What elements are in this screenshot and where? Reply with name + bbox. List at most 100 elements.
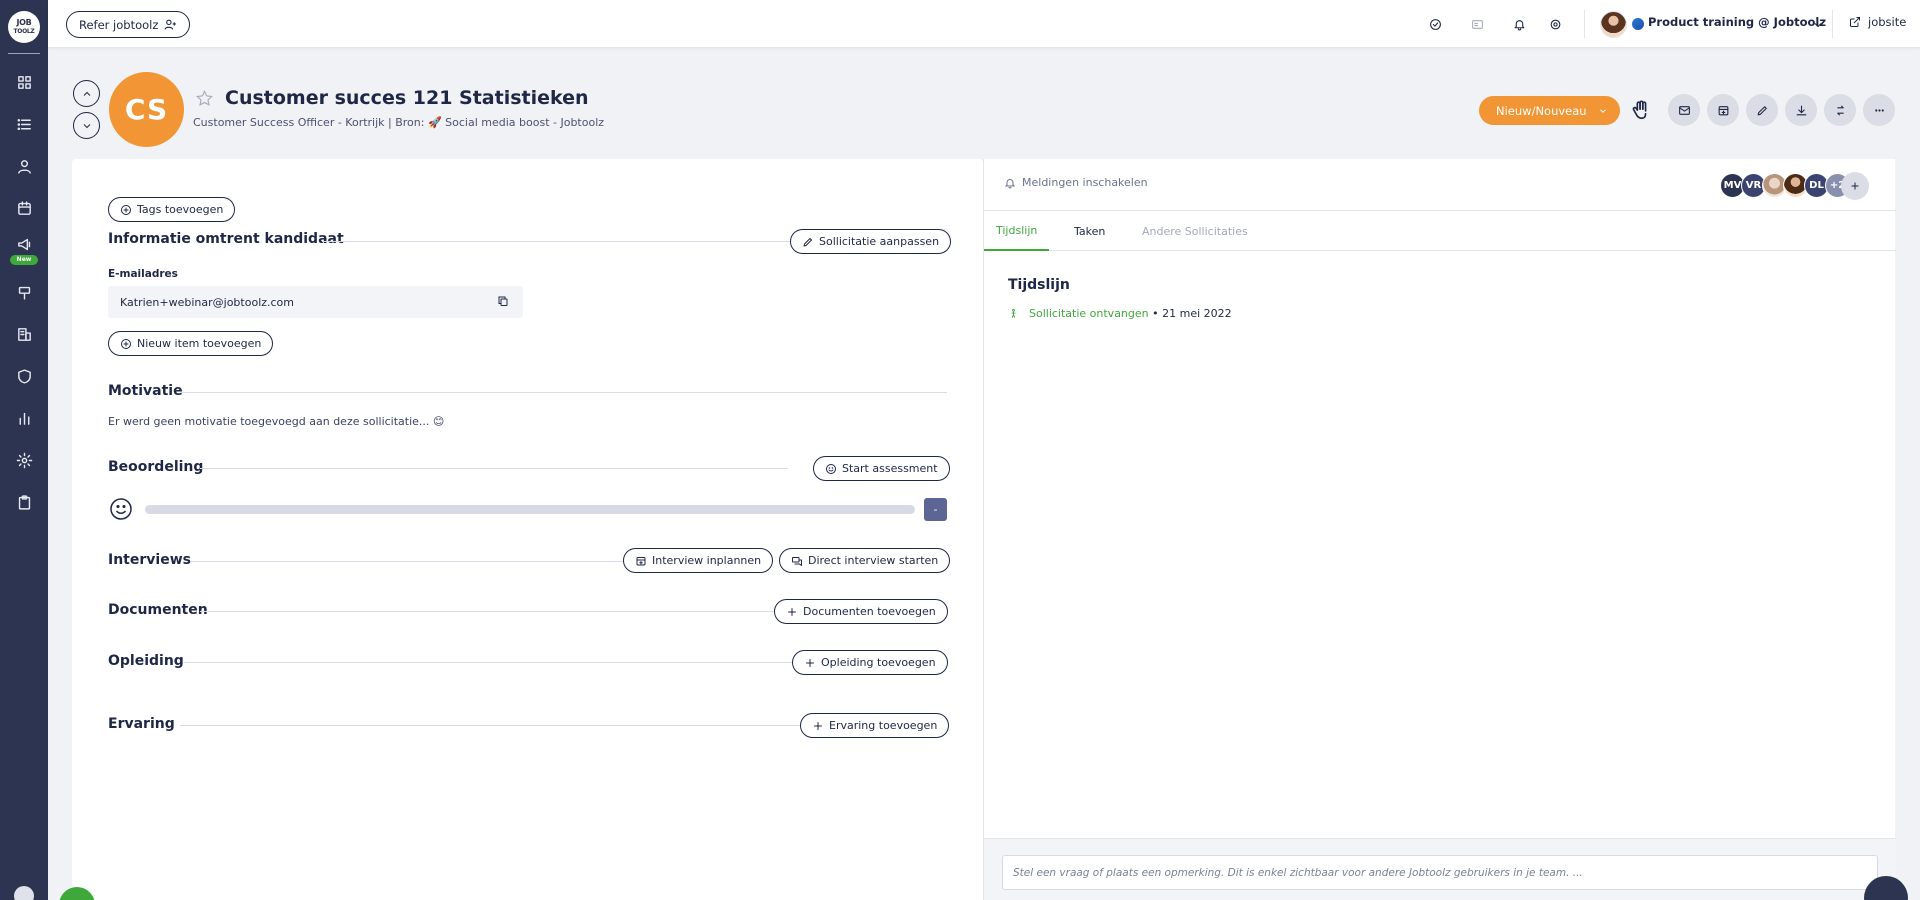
list-icon	[17, 118, 31, 130]
shield-icon	[17, 368, 31, 384]
jobtoolz-logo[interactable]: JOB TOOLZ	[8, 11, 40, 43]
jobsite-link[interactable]: jobsite	[1849, 15, 1906, 29]
stop-hand-button[interactable]	[1630, 99, 1654, 123]
sidebar-item-jobboards[interactable]	[12, 280, 36, 304]
download-icon	[1796, 105, 1806, 115]
section-experience: Ervaring	[108, 716, 175, 732]
tab-timeline[interactable]: Tijdslijn	[984, 211, 1050, 251]
star-icon	[196, 89, 213, 106]
next-candidate-button[interactable]	[73, 112, 100, 139]
sidebar-item-calendar[interactable]	[12, 196, 36, 220]
id-card-icon	[1471, 19, 1483, 29]
comment-input[interactable]	[1002, 855, 1878, 890]
section-divider	[190, 561, 690, 562]
add-new-item-button[interactable]: Nieuw item toevoegen	[108, 331, 274, 356]
more-actions-button[interactable]	[1863, 94, 1895, 126]
add-experience-button[interactable]: Ervaring toevoegen	[800, 713, 950, 738]
motivation-text: Er werd geen motivatie toegevoegd aan de…	[108, 415, 445, 428]
user-plus-icon	[164, 19, 177, 30]
section-title: Motivatie	[108, 383, 183, 399]
chat-icon	[792, 556, 802, 566]
calendar-plus-icon	[636, 556, 646, 565]
tab-other-applications[interactable]: Andere Sollicitaties	[1130, 211, 1260, 251]
activity-tabs: Tijdslijn Taken Andere Sollicitaties	[984, 211, 1896, 251]
workspace-flag-icon	[1632, 18, 1644, 30]
page-title: Customer succes 121 Statistieken	[225, 87, 589, 109]
activity-panel: Meldingen inschakelen MV VR DL +2 Tijdsl…	[983, 159, 1908, 900]
direct-interview-label: Direct interview starten	[808, 554, 939, 567]
rating-slider[interactable]	[145, 505, 915, 514]
sidebar-item-jobs[interactable]	[12, 490, 36, 514]
sidebar-item-statistics[interactable]	[12, 406, 36, 430]
rating-value[interactable]: -	[924, 498, 947, 521]
edit-button[interactable]	[1746, 94, 1778, 126]
tab-tasks[interactable]: Taken	[1062, 211, 1117, 251]
section-title: Documenten	[108, 602, 208, 618]
building-icon	[17, 327, 31, 341]
new-nouveau-button[interactable]: Nieuw/Nouveau	[1479, 96, 1620, 125]
add-tags-button[interactable]: Tags toevoegen	[108, 197, 236, 222]
person-arrival-icon	[1011, 308, 1016, 318]
section-divider	[184, 662, 792, 663]
edit-application-button[interactable]: Sollicitatie aanpassen	[790, 229, 952, 254]
logo-text-top: JOB	[16, 18, 32, 27]
calendar-icon	[17, 200, 31, 215]
start-assessment-button[interactable]: Start assessment	[813, 456, 950, 481]
hand-icon	[1632, 100, 1647, 120]
sidebar-item-candidates[interactable]	[12, 154, 36, 178]
refer-jobtoolz-button[interactable]: Refer jobtoolz	[66, 11, 191, 38]
workspace-name[interactable]: Product training @ Jobtoolz	[1648, 15, 1826, 29]
send-email-button[interactable]	[1668, 94, 1700, 126]
email-label: E-mailadres	[108, 268, 178, 280]
copy-icon[interactable]	[497, 295, 511, 309]
add-documents-button[interactable]: Documenten toevoegen	[774, 599, 948, 624]
top-bar: Refer jobtoolz Product training @ Jobtoo…	[48, 0, 1920, 48]
chevron-down-icon	[83, 123, 90, 128]
notifications-label: Meldingen inschakelen	[1022, 176, 1148, 189]
add-experience-label: Ervaring toevoegen	[829, 719, 938, 732]
topbar-separator	[1832, 10, 1833, 38]
id-card-button[interactable]	[1468, 15, 1486, 33]
sidebar-item-settings[interactable]	[12, 448, 36, 472]
candidate-details-panel: Tags toevoegen Informatie omtrent kandid…	[72, 159, 983, 900]
sidebar-item-dashboard[interactable]	[12, 70, 36, 94]
previous-candidate-button[interactable]	[73, 80, 100, 107]
signpost-icon	[18, 286, 30, 300]
transfer-button[interactable]	[1824, 94, 1856, 126]
user-avatar[interactable]	[1600, 11, 1627, 38]
plus-icon	[806, 658, 814, 667]
timeline-title: Tijdslijn	[1008, 277, 1070, 293]
chevron-down-icon	[1598, 105, 1608, 115]
external-link-icon	[1850, 17, 1860, 27]
jobsite-label: jobsite	[1868, 15, 1907, 29]
swap-icon	[1836, 105, 1844, 115]
add-new-item-label: Nieuw item toevoegen	[137, 337, 262, 350]
pencil-icon	[803, 237, 812, 246]
megaphone-icon	[17, 238, 30, 250]
schedule-button[interactable]	[1707, 94, 1739, 126]
plan-interview-button[interactable]: Interview inplannen	[623, 548, 774, 573]
sidebar-divider	[8, 53, 40, 54]
logo-text-bottom: TOOLZ	[13, 28, 35, 35]
favorite-button[interactable]	[195, 89, 215, 109]
section-candidate-info: Informatie omtrent kandidaat	[108, 231, 344, 247]
workspace-dropdown-button[interactable]	[1812, 16, 1826, 30]
edit-application-label: Sollicitatie aanpassen	[819, 235, 940, 248]
notifications-button[interactable]	[1510, 15, 1528, 33]
section-divider	[322, 241, 860, 242]
add-member-button[interactable]	[1841, 172, 1869, 200]
sidebar-item-list[interactable]	[12, 112, 36, 136]
timeline-date: 21 mei 2022	[1162, 307, 1232, 320]
enable-notifications-button[interactable]: Meldingen inschakelen	[1004, 176, 1148, 189]
sidebar-profile-button[interactable]	[14, 886, 34, 900]
download-button[interactable]	[1785, 94, 1817, 126]
sidebar-item-marketing[interactable]	[12, 232, 36, 256]
email-field[interactable]: Katrien+webinar@jobtoolz.com	[108, 286, 523, 318]
settings-button[interactable]	[1546, 15, 1564, 33]
tasks-check-button[interactable]	[1426, 15, 1444, 33]
add-education-button[interactable]: Opleiding toevoegen	[792, 650, 948, 675]
sidebar-item-privacy[interactable]	[12, 364, 36, 388]
sidebar-item-company[interactable]	[12, 322, 36, 346]
direct-interview-button[interactable]: Direct interview starten	[779, 548, 951, 573]
start-assessment-label: Start assessment	[842, 462, 938, 475]
